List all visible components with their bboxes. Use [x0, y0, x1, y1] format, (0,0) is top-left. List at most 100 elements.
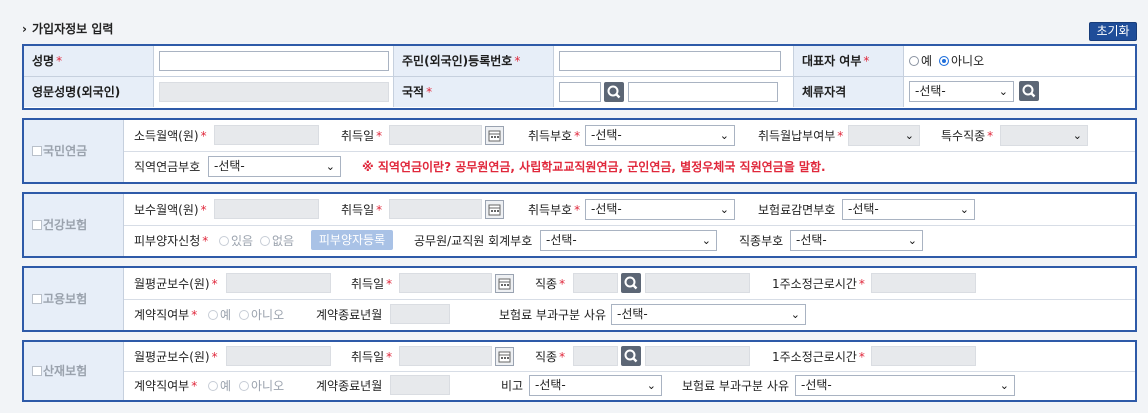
employment-checkbox[interactable]: 고용보험 — [32, 291, 87, 307]
reset-button[interactable]: 초기화 — [1089, 22, 1137, 41]
pension-month-pay-select[interactable]: ⌄ — [848, 125, 920, 146]
health-checkbox[interactable]: 건강보험 — [32, 217, 87, 233]
radio-icon — [239, 381, 249, 391]
rrn-input[interactable] — [559, 51, 781, 71]
radio-icon — [219, 236, 229, 246]
employment-section: 고용보험 월평균보수(원) * 취득일 * 직종 * 1주소정근로시간 * 계약직여부 *… — [22, 266, 1137, 332]
health-pay-input[interactable] — [214, 199, 319, 219]
health-acq-code-label: 취득부호 * — [528, 203, 581, 217]
calendar-icon[interactable] — [485, 126, 504, 145]
pension-checkbox[interactable]: 국민연금 — [32, 143, 87, 159]
search-icon — [607, 85, 621, 99]
calendar-icon[interactable] — [495, 347, 514, 366]
rep-no-option[interactable]: 아니오 — [939, 53, 984, 69]
accident-job-search-button[interactable] — [621, 346, 641, 366]
nationality-name-input[interactable] — [628, 82, 778, 102]
name-input[interactable] — [159, 51, 389, 71]
checkbox-icon — [32, 366, 42, 376]
employment-job-code-input[interactable] — [573, 273, 618, 293]
radio-icon — [208, 381, 218, 391]
dependent-no-option[interactable]: 없음 — [260, 233, 294, 249]
nationality-label: 국적 * — [394, 77, 554, 107]
health-reduction-label: 보험료감면부호 — [758, 203, 836, 217]
accident-acq-date-input[interactable] — [399, 346, 492, 366]
accident-contract-label: 계약직여부 * — [134, 379, 198, 393]
pension-acq-code-select[interactable]: -선택- ⌄ — [585, 125, 735, 146]
accident-end-input[interactable] — [390, 375, 450, 395]
accident-end-label: 계약종료년월 — [316, 379, 383, 393]
employment-acq-date-label: 취득일 * — [351, 277, 393, 291]
chevron-right-icon: › — [22, 22, 27, 36]
chevron-down-icon: ⌄ — [719, 203, 729, 216]
pension-income-label: 소득월액(원) * — [134, 129, 207, 143]
employment-contract-no[interactable]: 아니오 — [239, 307, 284, 323]
checkbox-icon — [32, 146, 42, 156]
radio-icon — [260, 236, 270, 246]
health-acq-code-select[interactable]: -선택- ⌄ — [585, 199, 735, 220]
accident-section: 산재보험 월평균보수(원) * 취득일 * 직종 * 1주소정근로시간 * 계약직여부 *… — [22, 340, 1137, 402]
pension-acq-date-input[interactable] — [389, 125, 482, 145]
employment-job-search-button[interactable] — [621, 273, 641, 293]
chevron-down-icon: ⌄ — [325, 160, 335, 173]
subscriber-info-table: 성명 * 주민(외국인)등록번호 * 대표자 여부 * 예 아니오 영문성명(외국인)… — [22, 44, 1137, 110]
employment-reason-select[interactable]: -선택- ⌄ — [611, 304, 806, 325]
health-pay-label: 보수월액(원) * — [134, 203, 207, 217]
radio-selected-icon — [939, 56, 949, 66]
nationality-code-input[interactable] — [559, 82, 601, 102]
employment-end-input[interactable] — [390, 304, 450, 324]
accident-job-label: 직종 * — [535, 350, 566, 364]
employment-avg-pay-input[interactable] — [226, 273, 331, 293]
pension-income-input[interactable] — [214, 125, 319, 145]
dependent-label: 피부양자신청 * — [134, 234, 209, 248]
accident-contract-yes[interactable]: 예 — [208, 378, 231, 394]
account-code-label: 공무원/교직원 회계부호 — [414, 234, 533, 248]
chevron-down-icon: ⌄ — [999, 379, 1009, 392]
dependent-yes-option[interactable]: 있음 — [219, 233, 253, 249]
pension-special-job-label: 특수직종 * — [941, 129, 994, 143]
employment-acq-date-input[interactable] — [399, 273, 492, 293]
employment-hours-input[interactable] — [871, 273, 976, 293]
employment-job-name-input[interactable] — [645, 273, 750, 293]
health-acq-date-input[interactable] — [389, 199, 482, 219]
employment-contract-yes[interactable]: 예 — [208, 307, 231, 323]
chevron-down-icon: ⌄ — [1072, 129, 1082, 142]
chevron-down-icon: ⌄ — [904, 129, 914, 142]
visa-select[interactable]: -선택- ⌄ — [909, 81, 1014, 102]
accident-remark-select[interactable]: -선택- ⌄ — [529, 375, 662, 396]
dependent-register-button[interactable]: 피부양자등록 — [311, 230, 393, 250]
accident-checkbox[interactable]: 산재보험 — [32, 363, 87, 379]
calendar-icon[interactable] — [495, 274, 514, 293]
chevron-down-icon: ⌄ — [701, 234, 711, 247]
radio-icon — [239, 310, 249, 320]
accident-avg-pay-input[interactable] — [226, 346, 331, 366]
rep-yes-option[interactable]: 예 — [909, 53, 932, 69]
job-code-select[interactable]: -선택- ⌄ — [790, 230, 923, 251]
job-pension-select[interactable]: -선택- ⌄ — [208, 156, 341, 177]
chevron-down-icon: ⌄ — [719, 129, 729, 142]
chevron-down-icon: ⌄ — [998, 85, 1008, 98]
checkbox-icon — [32, 220, 42, 230]
pension-acq-code-label: 취득부호 * — [528, 129, 581, 143]
accident-hours-label: 1주소정근로시간 * — [772, 350, 865, 364]
accident-hours-input[interactable] — [871, 346, 976, 366]
eng-name-label: 영문성명(외국인) — [24, 77, 154, 107]
rep-label: 대표자 여부 * — [794, 46, 904, 76]
accident-job-code-input[interactable] — [573, 346, 618, 366]
search-icon — [624, 349, 638, 363]
eng-name-input[interactable] — [159, 82, 389, 102]
account-code-select[interactable]: -선택- ⌄ — [540, 230, 717, 251]
accident-job-name-input[interactable] — [645, 346, 750, 366]
health-reduction-select[interactable]: -선택- ⌄ — [842, 199, 975, 220]
calendar-icon[interactable] — [485, 200, 504, 219]
pension-section: 국민연금 소득월액(원) * 취득일 * 취득부호 * -선택- ⌄ 취득월납부여부 * … — [22, 118, 1137, 184]
visa-label: 체류자격 — [794, 77, 904, 107]
accident-contract-no[interactable]: 아니오 — [239, 378, 284, 394]
accident-reason-select[interactable]: -선택- ⌄ — [795, 375, 1015, 396]
job-pension-notice: ※ 직역연금이란? 공무원연금, 사립학교교직원연금, 군인연금, 별정우체국 … — [362, 160, 826, 174]
search-icon — [1022, 84, 1036, 98]
chevron-down-icon: ⌄ — [646, 379, 656, 392]
visa-search-button[interactable] — [1019, 81, 1039, 101]
radio-icon — [909, 56, 919, 66]
nationality-search-button[interactable] — [604, 82, 624, 102]
pension-special-job-select[interactable]: ⌄ — [1000, 125, 1088, 146]
